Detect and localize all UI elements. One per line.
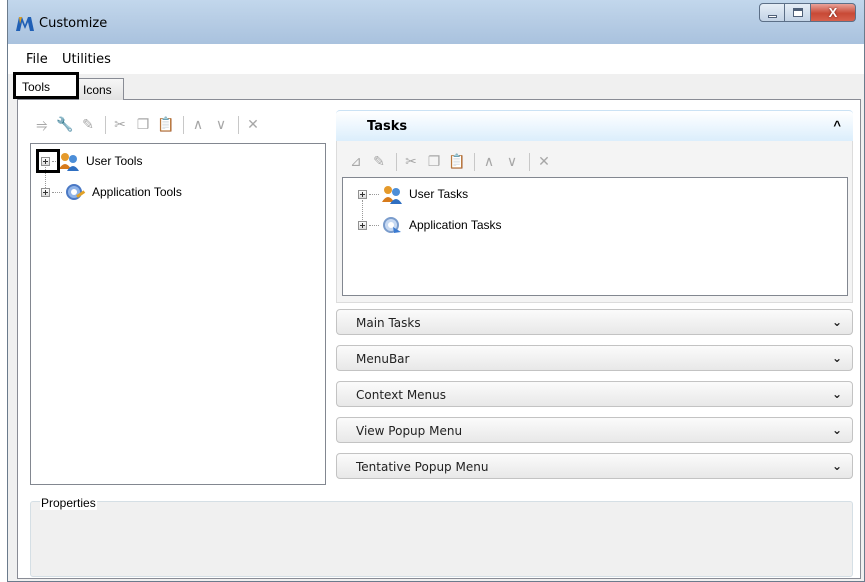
caption-buttons: X (759, 3, 856, 22)
tree-node-label: Application Tools (92, 185, 182, 199)
section-main-tasks[interactable]: Main Tasks ⌄ (336, 309, 853, 335)
tree-node-label: User Tasks (409, 187, 469, 201)
tree-node-user-tasks[interactable]: User Tasks (358, 184, 468, 204)
move-up-icon[interactable]: ∧ (479, 152, 499, 172)
wrench-edit-icon[interactable]: ✎ (78, 115, 98, 135)
paste-icon[interactable]: 📋 (447, 152, 467, 172)
maximize-icon (793, 8, 803, 17)
properties-group (30, 501, 853, 577)
tasks-tree[interactable]: User Tasks Application Tasks (342, 177, 848, 296)
copy-icon[interactable]: ❐ (133, 115, 153, 135)
menu-bar: File Utilities (8, 44, 864, 74)
section-label: Context Menus (356, 388, 447, 402)
chevron-up-icon[interactable]: ^ (833, 118, 841, 133)
chevron-down-icon[interactable]: ⌄ (832, 351, 842, 365)
cut-icon[interactable]: ✂ (401, 152, 421, 172)
user-tasks-icon (382, 186, 402, 204)
toolbar-separator (238, 116, 239, 134)
tree-node-application-tasks[interactable]: Application Tasks (358, 215, 502, 235)
application-tasks-icon (383, 217, 401, 233)
expand-icon[interactable] (358, 189, 367, 199)
tasks-title: Tasks (367, 119, 408, 134)
chevron-down-icon[interactable]: ⌄ (832, 459, 842, 473)
close-button[interactable]: X (811, 3, 856, 22)
user-tools-icon (59, 153, 79, 171)
tools-toolbar: ⥤ 🔧 ✎ ✂ ❐ 📋 ∧ ∨ ✕ (32, 112, 266, 138)
properties-label: Properties (40, 496, 97, 510)
toolbar-separator (183, 116, 184, 134)
tree-connector (369, 193, 379, 195)
wrench-icon[interactable]: 🔧 (55, 115, 75, 135)
menu-utilities[interactable]: Utilities (62, 52, 111, 67)
menu-file[interactable]: File (26, 52, 48, 67)
chevron-down-icon[interactable]: ⌄ (832, 423, 842, 437)
tree-node-application-tools[interactable]: Application Tools (41, 182, 182, 202)
tasks-section-header[interactable]: Tasks ^ (336, 110, 853, 141)
delete-icon[interactable]: ✕ (534, 152, 554, 172)
tree-node-label: Application Tasks (409, 218, 502, 232)
section-view-popup-menu[interactable]: View Popup Menu ⌄ (336, 417, 853, 443)
maximize-button[interactable] (785, 3, 811, 22)
minimize-button[interactable] (759, 3, 785, 22)
expand-icon[interactable] (41, 187, 50, 197)
section-label: Main Tasks (356, 316, 421, 330)
section-tentative-popup-menu[interactable]: Tentative Popup Menu ⌄ (336, 453, 853, 479)
section-label: Tentative Popup Menu (356, 460, 489, 474)
close-icon: X (828, 5, 838, 20)
move-down-icon[interactable]: ∨ (211, 115, 231, 135)
toolbar-separator (396, 153, 397, 171)
move-down-icon[interactable]: ∨ (502, 152, 522, 172)
move-up-icon[interactable]: ∧ (188, 115, 208, 135)
cut-icon[interactable]: ✂ (110, 115, 130, 135)
title-bar[interactable]: Customize X (8, 0, 864, 44)
copy-icon[interactable]: ❐ (424, 152, 444, 172)
chevron-down-icon[interactable]: ⌄ (832, 387, 842, 401)
expand-icon[interactable] (358, 220, 367, 230)
toolbar-separator (105, 116, 106, 134)
microstation-icon (16, 17, 34, 31)
paste-icon[interactable]: 📋 (156, 115, 176, 135)
delete-icon[interactable]: ✕ (243, 115, 263, 135)
application-tools-icon (66, 184, 86, 200)
edit-task-icon[interactable]: ✎ (369, 152, 389, 172)
section-label: View Popup Menu (356, 424, 463, 438)
section-menubar[interactable]: MenuBar ⌄ (336, 345, 853, 371)
tree-connector (369, 224, 379, 226)
section-context-menus[interactable]: Context Menus ⌄ (336, 381, 853, 407)
tab-tools[interactable]: Tools (13, 72, 79, 99)
tree-connector (52, 191, 62, 193)
tree-node-label: User Tools (86, 154, 143, 168)
insert-icon[interactable]: ⥤ (32, 115, 52, 135)
toolbar-separator (474, 153, 475, 171)
window-title: Customize (39, 16, 108, 31)
toolbar-separator (529, 153, 530, 171)
expander-highlight (36, 149, 60, 173)
tools-tree[interactable]: User Tools Application Tools (30, 143, 326, 485)
tab-icons[interactable]: Icons (78, 78, 124, 100)
new-task-icon[interactable]: ⊿ (346, 152, 366, 172)
chevron-down-icon[interactable]: ⌄ (832, 315, 842, 329)
section-label: MenuBar (356, 352, 410, 366)
tasks-toolbar: ⊿ ✎ ✂ ❐ 📋 ∧ ∨ ✕ (346, 149, 557, 175)
minimize-icon (768, 15, 777, 18)
